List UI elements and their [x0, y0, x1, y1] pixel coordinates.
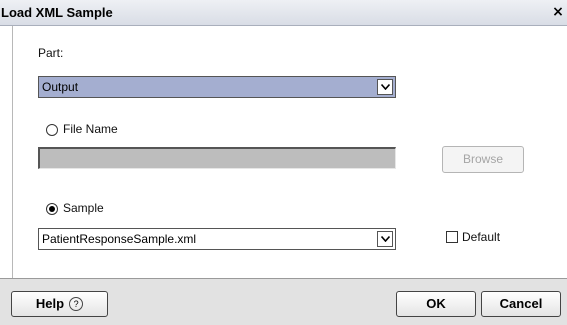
question-circle-icon: ? [69, 297, 84, 311]
file-name-label: File Name [63, 122, 118, 136]
chevron-down-icon[interactable] [377, 231, 393, 247]
part-select[interactable]: Output [38, 76, 396, 98]
title-bar: Load XML Sample × [0, 0, 567, 26]
default-checkbox[interactable] [446, 231, 458, 243]
sample-radio[interactable] [46, 203, 58, 215]
sample-select-value: PatientResponseSample.xml [42, 232, 197, 246]
part-label: Part: [38, 46, 64, 60]
browse-button[interactable]: Browse [442, 146, 524, 173]
ok-button[interactable]: OK [396, 291, 476, 317]
sample-label: Sample [63, 201, 104, 215]
default-label: Default [462, 230, 501, 244]
cancel-button[interactable]: Cancel [481, 291, 561, 317]
body-left-border [12, 26, 13, 278]
help-button-label: Help [35, 296, 65, 311]
radio-selected-dot [49, 206, 55, 212]
part-select-value: Output [42, 80, 79, 94]
sample-select[interactable]: PatientResponseSample.xml [38, 228, 396, 250]
dialog-footer: Help? OK Cancel [0, 278, 567, 325]
file-name-input[interactable] [38, 147, 396, 169]
help-button[interactable]: Help? [11, 291, 108, 317]
close-icon[interactable]: × [551, 5, 565, 20]
chevron-down-icon[interactable] [377, 79, 393, 95]
dialog-title: Load XML Sample [1, 5, 113, 20]
file-name-radio[interactable] [46, 124, 58, 136]
